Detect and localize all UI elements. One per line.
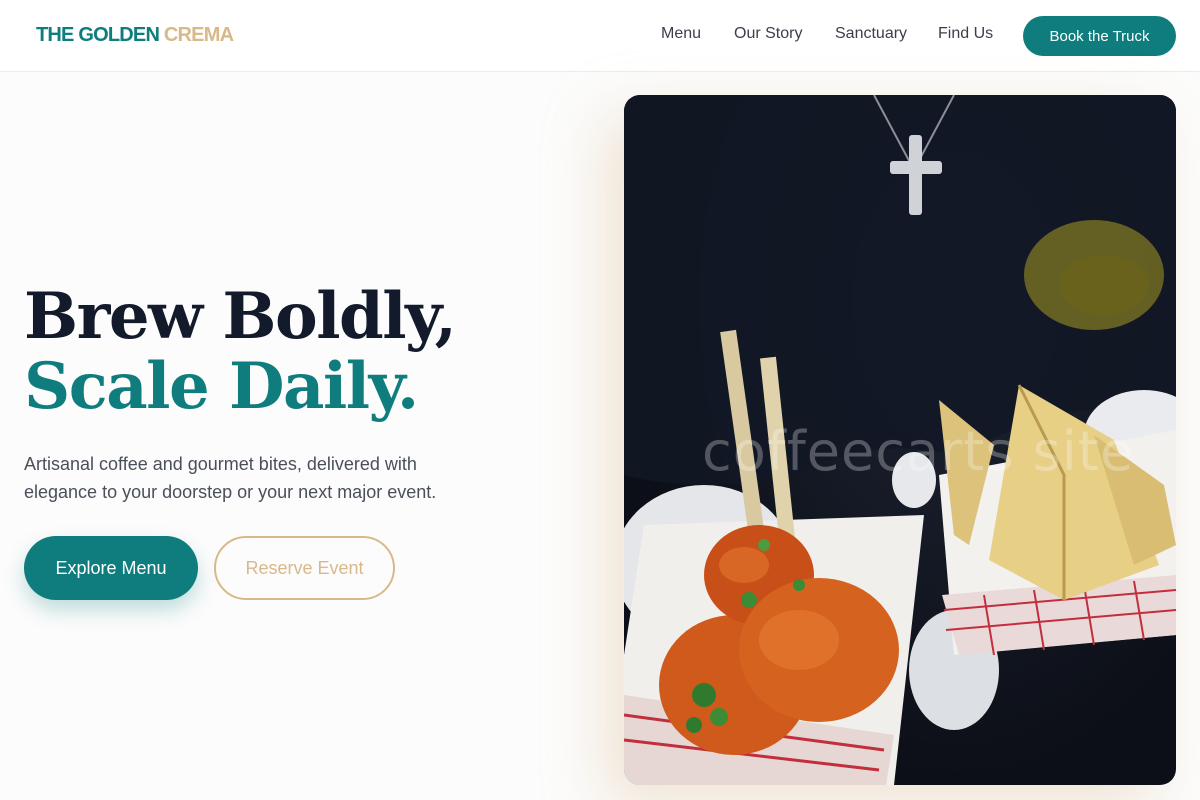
nav-link-menu[interactable]: Menu — [661, 25, 701, 43]
nav-link-sanctuary[interactable]: Sanctuary — [835, 25, 907, 43]
explore-menu-button[interactable]: Explore Menu — [24, 536, 198, 600]
image-watermark: coffeecarts site — [702, 420, 1135, 483]
reserve-event-button[interactable]: Reserve Event — [214, 536, 395, 600]
hero-title: Brew Boldly, Scale Daily. — [24, 279, 457, 424]
hero-title-line2: Scale Daily. — [24, 349, 419, 424]
hero-subtitle: Artisanal coffee and gourmet bites, deli… — [24, 454, 437, 502]
book-truck-button[interactable]: Book the Truck — [1023, 16, 1176, 56]
site-header: THE GOLDEN CREMA Menu Our Story Sanctuar… — [0, 0, 1200, 72]
main-nav: Menu Our Story Sanctuary Find Us — [0, 25, 1200, 49]
nav-link-find-us[interactable]: Find Us — [938, 25, 993, 43]
hero-title-line1: Brew Boldly, — [24, 279, 457, 354]
nav-link-our-story[interactable]: Our Story — [734, 25, 802, 43]
hero-food-image: coffeecarts site — [624, 95, 1176, 785]
